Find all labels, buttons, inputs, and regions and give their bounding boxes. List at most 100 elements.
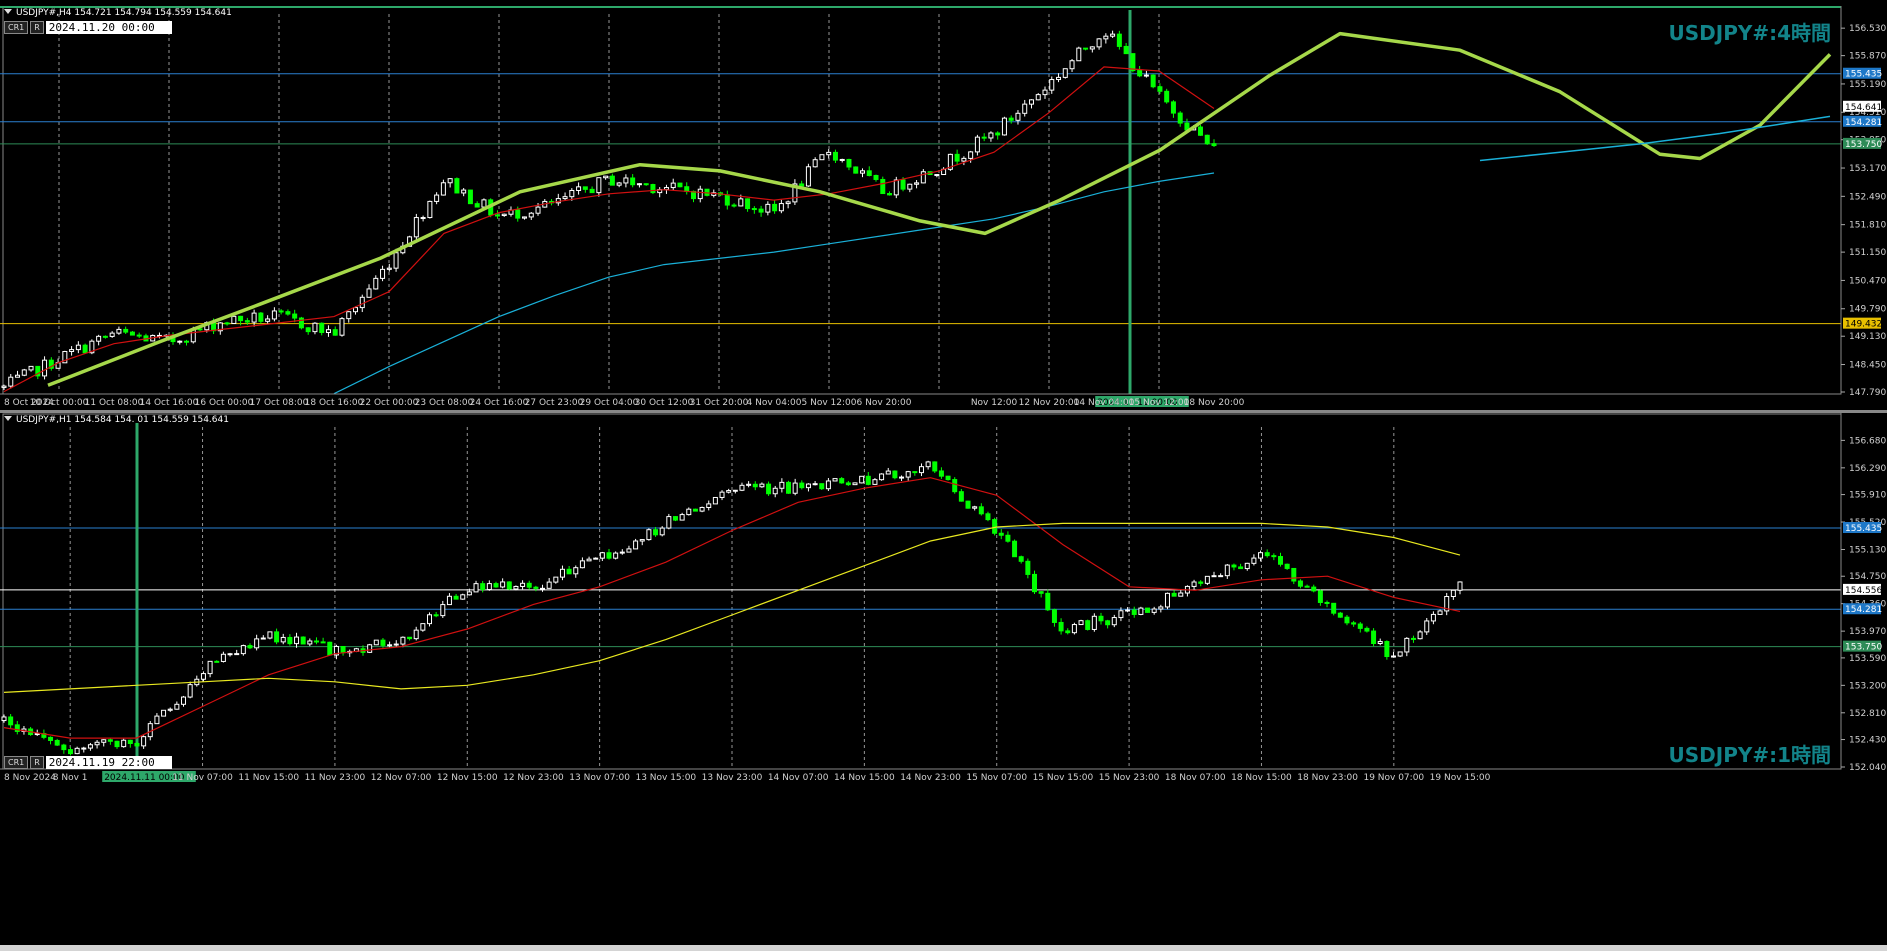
time-tick-label: 19 Nov 15:00 [1430, 773, 1491, 783]
h4-datetime-box[interactable]: 2024.11.20 00:00 [45, 21, 172, 34]
h1-crosshair-row: CR1 R 2024.11.19 22:00 [4, 756, 172, 769]
candle-bull [1091, 615, 1097, 630]
candle-bear [467, 189, 473, 205]
time-tick-label: 11 Nov 23:00 [305, 773, 366, 783]
price-tick-label: 147.790 [1849, 388, 1886, 398]
candle-bear [380, 639, 386, 646]
candle-bull [367, 644, 373, 653]
candle-bear [274, 631, 280, 643]
candle-bull [174, 703, 180, 710]
candle-bull [427, 200, 433, 219]
collapse-triangle-icon[interactable] [4, 416, 12, 421]
time-tick-label: 8 Nov 1 [53, 773, 88, 783]
candle-bear [1197, 126, 1203, 136]
candle-bear [1204, 134, 1210, 145]
candle-bear [582, 186, 588, 190]
candle-bull [1042, 89, 1048, 96]
bottom-tab-strip[interactable] [0, 945, 1887, 951]
candle-bull [899, 476, 905, 479]
candle-bear [853, 166, 859, 174]
price-tick-label: 152.040 [1849, 763, 1886, 773]
h4-chart-canvas[interactable]: 156.530155.870155.190154.510153.850153.1… [0, 6, 1887, 410]
candle-bull [553, 576, 559, 583]
time-tick-label: 17 Oct 08:00 [250, 398, 309, 408]
h4-cr-button[interactable]: CR1 [4, 21, 29, 34]
candle-bull [626, 548, 632, 553]
candle-bull [934, 174, 940, 177]
candle-bear [184, 340, 190, 343]
price-tick-label: 153.590 [1849, 654, 1886, 664]
candle-bear [1311, 586, 1317, 592]
candle-bull [659, 527, 665, 536]
candle-bear [1324, 601, 1330, 604]
candle-bull [646, 529, 652, 541]
candle-bull [154, 715, 160, 725]
candle-bear [609, 175, 615, 186]
time-tick-label: 24 Oct 16:00 [470, 398, 529, 408]
time-tick-label: 16 Oct 00:00 [195, 398, 254, 408]
candle-bear [766, 483, 772, 495]
price-tick-label: 155.190 [1849, 80, 1886, 90]
candle-bull [772, 487, 778, 495]
price-tag-label: 154.641 [1845, 103, 1882, 113]
candle-bear [1304, 585, 1310, 588]
h1-cr-button[interactable]: CR1 [4, 756, 29, 769]
candle-bull [413, 217, 419, 238]
candle-bear [136, 334, 142, 337]
price-tick-label: 152.810 [1849, 709, 1886, 719]
ma-fast-line [3, 66, 1215, 393]
candle-bull [639, 539, 645, 542]
collapse-triangle-icon[interactable] [4, 9, 12, 14]
candle-bear [745, 198, 751, 210]
candle-bull [1377, 641, 1383, 645]
candle-bull [805, 166, 811, 187]
candle-bull [101, 739, 107, 743]
h1-chart-canvas[interactable]: 156.680156.290155.910155.520155.130154.7… [0, 413, 1887, 945]
candle-bull [925, 461, 931, 468]
candle-bear [305, 327, 311, 333]
candle-bull [1204, 575, 1210, 584]
time-tick-label: 18 Nov 07:00 [1165, 773, 1226, 783]
price-tick-label: 152.430 [1849, 736, 1886, 746]
candle-bull [712, 496, 718, 505]
candle-bear [1264, 552, 1270, 557]
candle-bear [1116, 33, 1122, 47]
candle-bear [82, 344, 88, 354]
candle-bull [420, 217, 426, 220]
candle-bear [454, 178, 460, 194]
time-tick-label: 15 Nov 07:00 [966, 773, 1027, 783]
candle-bull [486, 583, 492, 590]
price-tag-label: 154.281 [1845, 605, 1882, 615]
h4-r-button[interactable]: R [30, 21, 44, 34]
candle-bull [961, 157, 967, 162]
candle-bull [569, 189, 575, 198]
candle-bull [1397, 651, 1403, 657]
candle-bull [852, 482, 858, 486]
candle-bull [393, 643, 399, 646]
candle-bear [319, 322, 325, 334]
candle-bull [400, 636, 406, 645]
candle-bull [573, 567, 579, 575]
h1-datetime-box[interactable]: 2024.11.19 22:00 [45, 756, 172, 769]
candle-bull [1056, 76, 1062, 81]
h1-chart-pane[interactable]: 156.680156.290155.910155.520155.130154.7… [0, 413, 1887, 945]
candle-bull [879, 473, 885, 481]
h1-r-button[interactable]: R [30, 756, 44, 769]
candle-bull [1450, 589, 1456, 598]
candle-bear [758, 208, 764, 213]
candle-bear [1291, 567, 1297, 582]
time-tick-label: 27 Oct 23:00 [525, 398, 584, 408]
candle-bull [167, 708, 173, 711]
candle-bull [859, 170, 865, 174]
candle-bull [1424, 620, 1430, 633]
candle-bear [1032, 573, 1038, 593]
candle-bull [1224, 564, 1230, 577]
candle-bull [15, 374, 21, 378]
candle-bull [231, 315, 237, 324]
candle-bull [434, 194, 440, 202]
h4-chart-pane[interactable]: 156.530155.870155.190154.510153.850153.1… [0, 6, 1887, 410]
candle-bull [636, 183, 642, 186]
candle-bull [234, 653, 240, 656]
candle-bull [907, 183, 913, 190]
candle-bull [413, 629, 419, 640]
